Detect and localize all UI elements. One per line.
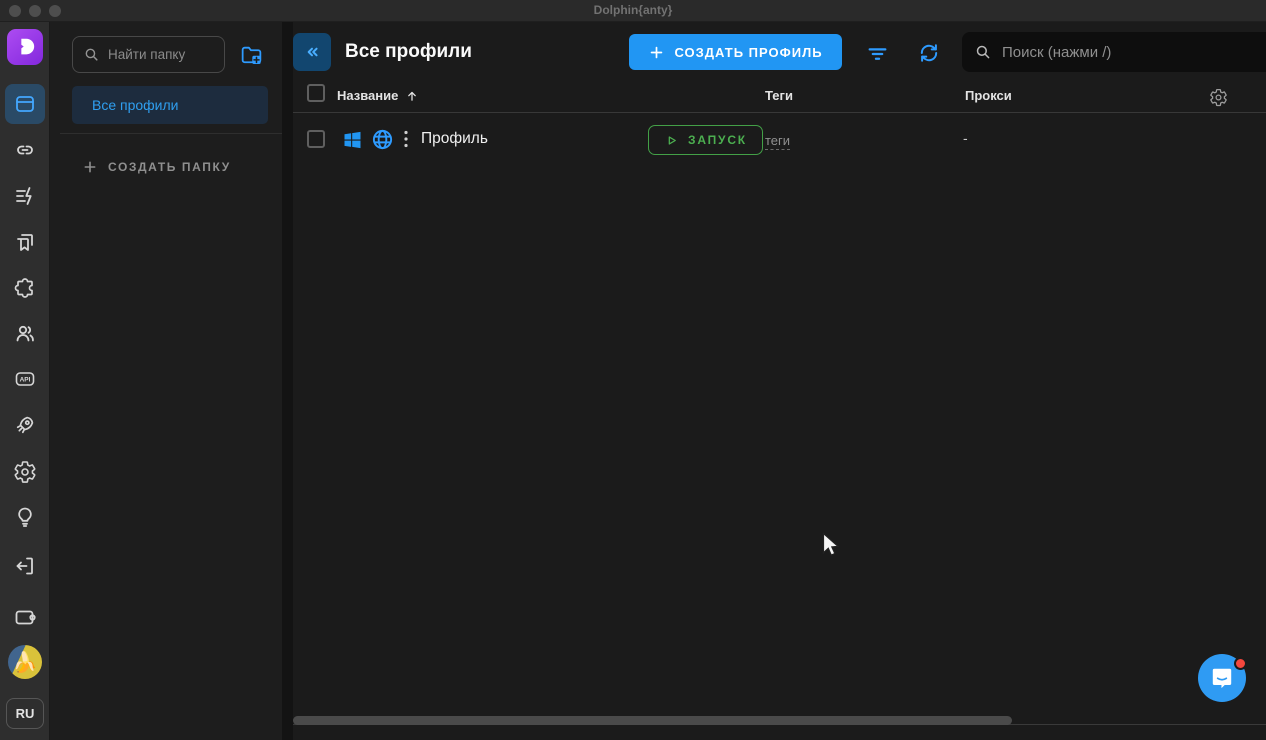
- sidebar-item-wallet[interactable]: [5, 597, 45, 637]
- sidebar-item-automation[interactable]: [5, 176, 45, 216]
- sidebar-item-team[interactable]: [5, 313, 45, 353]
- horizontal-scrollbar-thumb[interactable]: [293, 716, 1012, 725]
- dolphin-logo: [7, 29, 43, 65]
- row-menu-button[interactable]: [398, 127, 414, 151]
- sidebar-item-profiles[interactable]: [5, 84, 45, 124]
- profile-name[interactable]: Профиль: [421, 130, 488, 148]
- column-name-label: Название: [337, 88, 398, 103]
- folder-plus-icon: [239, 43, 264, 68]
- filter-button[interactable]: [862, 38, 892, 68]
- browser-globe-icon: [371, 128, 394, 156]
- chat-bubble-icon: [1209, 665, 1235, 691]
- column-header-tags: Теги: [765, 88, 793, 103]
- filter-icon: [865, 41, 890, 66]
- gear-icon: [1209, 88, 1228, 107]
- lightbulb-icon: [13, 505, 37, 529]
- launch-label: ЗАПУСК: [688, 133, 747, 147]
- avatar-image: 🍌: [13, 650, 38, 675]
- create-profile-label: СОЗДАТЬ ПРОФИЛЬ: [674, 45, 822, 60]
- link-icon: [13, 138, 37, 162]
- sidebar-item-proxy[interactable]: [5, 130, 45, 170]
- wallet-icon: [13, 605, 37, 629]
- select-all-checkbox[interactable]: [307, 84, 325, 102]
- column-header-proxy: Прокси: [965, 88, 1012, 103]
- notification-dot: [1234, 657, 1247, 670]
- sidebar-item-rocket[interactable]: [5, 405, 45, 445]
- launch-profile-button[interactable]: ЗАПУСК: [648, 125, 763, 155]
- folder-search-input[interactable]: [108, 47, 214, 62]
- window-title: Dolphin{anty}: [0, 3, 1266, 17]
- windows-os-icon: [343, 130, 362, 154]
- column-header-name[interactable]: Название: [337, 88, 419, 103]
- sidebar-item-extensions[interactable]: [5, 268, 45, 308]
- icon-rail: API 🍌 RU: [0, 22, 50, 740]
- double-chevron-left-icon: [302, 42, 322, 62]
- bookmarks-icon: [13, 230, 37, 254]
- refresh-icon: [917, 41, 941, 65]
- panel-gutter: [282, 22, 293, 740]
- plus-icon: [82, 159, 98, 175]
- main-content: Все профили СОЗДАТЬ ПРОФИЛЬ Название Тег…: [293, 22, 1266, 740]
- automation-icon: [13, 184, 37, 208]
- table-header: Название Теги Прокси: [293, 80, 1266, 113]
- api-icon: API: [13, 367, 37, 391]
- profile-search-box[interactable]: [962, 32, 1266, 72]
- user-avatar[interactable]: 🍌: [8, 645, 42, 679]
- browser-profiles-icon: [13, 92, 37, 116]
- row-proxy: -: [963, 130, 968, 146]
- page-title: Все профили: [345, 41, 472, 63]
- gear-icon: [13, 460, 37, 484]
- sidebar-item-bookmarks[interactable]: [5, 222, 45, 262]
- plus-icon: [648, 44, 665, 61]
- folder-divider: [60, 133, 282, 134]
- folder-search-box[interactable]: [72, 36, 225, 73]
- create-profile-button[interactable]: СОЗДАТЬ ПРОФИЛЬ: [629, 34, 842, 70]
- dolphin-anty-window: Dolphin{anty} API: [0, 0, 1266, 740]
- create-folder-icon-button[interactable]: [236, 40, 266, 70]
- row-tags[interactable]: теги: [765, 133, 790, 150]
- table-settings-button[interactable]: [1205, 84, 1231, 110]
- sidebar-item-settings[interactable]: [5, 452, 45, 492]
- sidebar-item-ideas[interactable]: [5, 497, 45, 537]
- team-icon: [13, 321, 37, 345]
- svg-text:API: API: [19, 377, 30, 384]
- logout-icon: [13, 554, 37, 578]
- row-checkbox[interactable]: [307, 130, 325, 148]
- folder-item-all-profiles[interactable]: Все профили: [72, 86, 268, 124]
- folder-item-label: Все профили: [92, 97, 179, 113]
- collapse-sidebar-button[interactable]: [293, 33, 331, 71]
- play-icon: [664, 133, 679, 148]
- puzzle-icon: [13, 276, 37, 300]
- search-icon: [83, 46, 100, 63]
- sidebar-item-logout[interactable]: [5, 546, 45, 586]
- create-folder-label: СОЗДАТЬ ПАПКУ: [108, 160, 231, 174]
- sidebar-item-api[interactable]: API: [5, 359, 45, 399]
- titlebar: Dolphin{anty}: [0, 0, 1266, 22]
- profile-row: Профиль ЗАПУСК теги -: [293, 113, 1266, 166]
- folder-panel: Все профили СОЗДАТЬ ПАПКУ: [50, 22, 282, 740]
- kebab-menu-icon: [398, 129, 414, 149]
- search-icon: [974, 43, 992, 61]
- sort-ascending-icon: [405, 89, 419, 103]
- language-selector[interactable]: RU: [6, 698, 44, 729]
- profile-search-input[interactable]: [1002, 44, 1254, 61]
- rocket-icon: [13, 413, 37, 437]
- dolphin-logo-icon: [14, 36, 36, 58]
- refresh-button[interactable]: [914, 38, 944, 68]
- language-label: RU: [16, 706, 35, 721]
- create-folder-button[interactable]: СОЗДАТЬ ПАПКУ: [82, 152, 231, 182]
